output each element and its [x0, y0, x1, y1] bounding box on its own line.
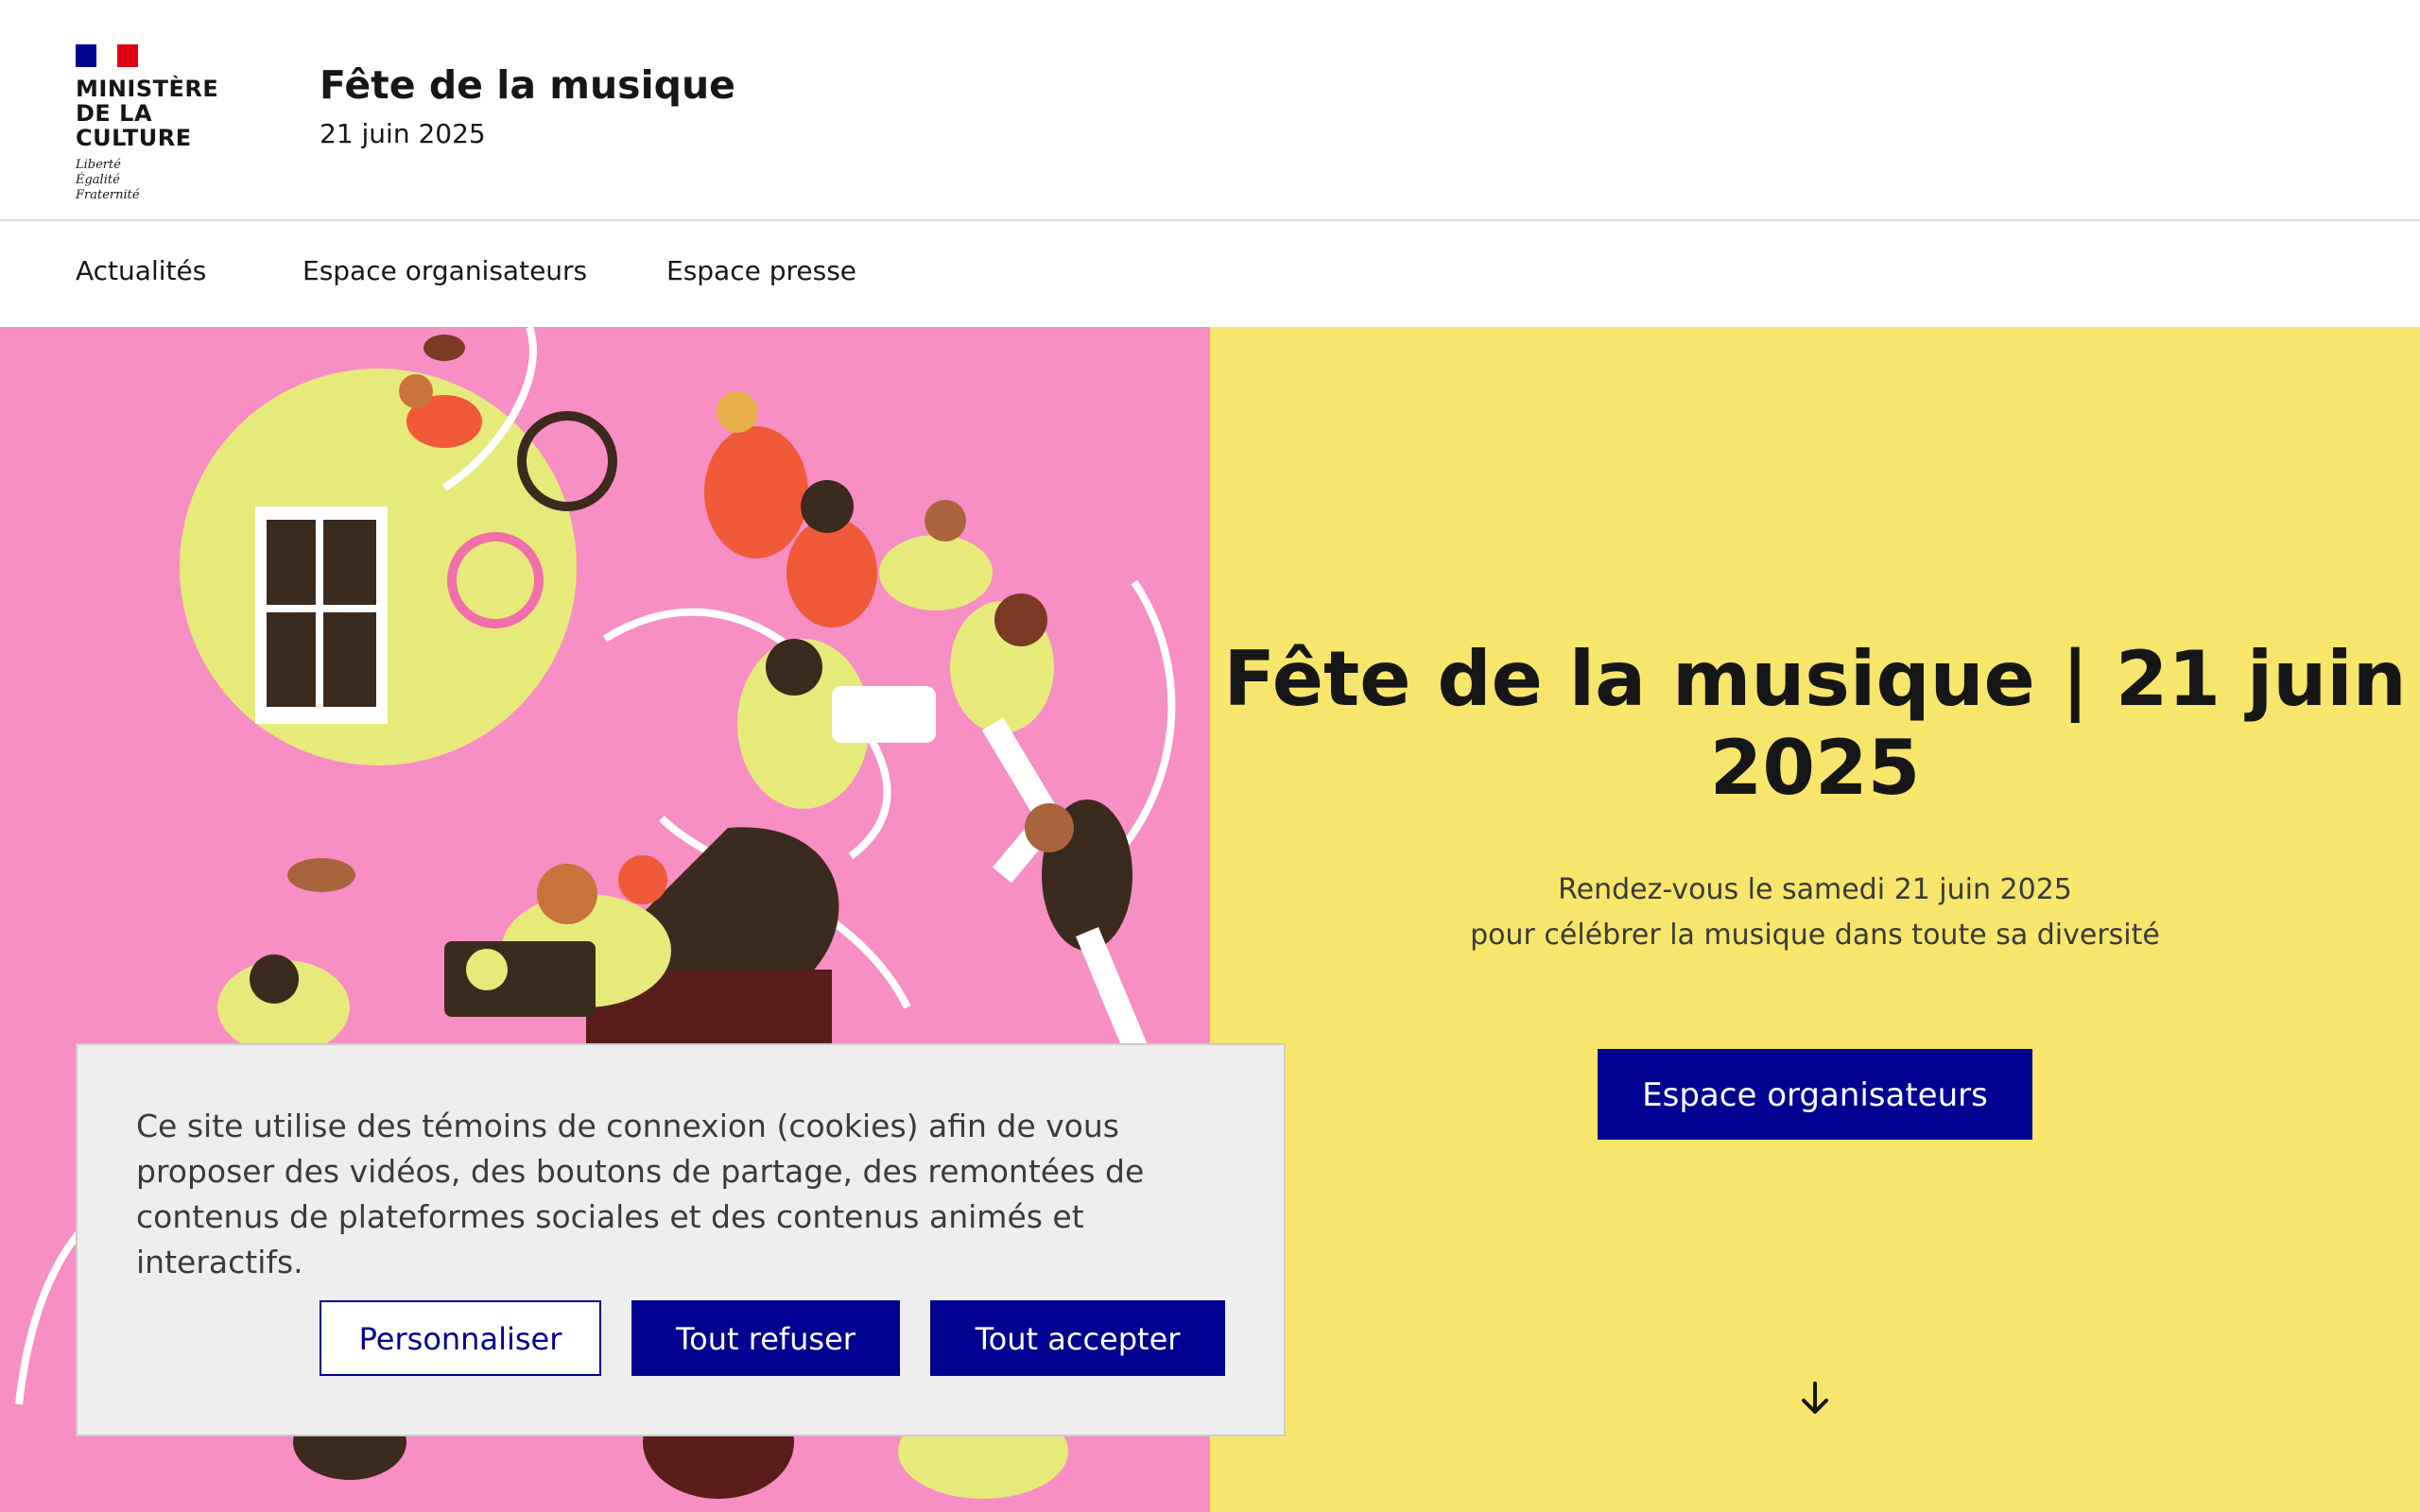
cookie-consent-banner: Ce site utilise des témoins de connexion…: [76, 1043, 1286, 1436]
nav-item-actualites[interactable]: Actualités: [76, 223, 206, 318]
marianne-flag-icon: [76, 44, 138, 67]
hero-content-panel: Fête de la musique | 21 juin 2025 Rendez…: [1210, 327, 2420, 1512]
hero-title: Fête de la musique | 21 juin 2025: [1210, 635, 2420, 813]
hero-title-main: Fête de la musique |: [1223, 635, 2089, 723]
hero-description: Rendez-vous le samedi 21 juin 2025 pour …: [1210, 868, 2420, 958]
logo-line-2: DE LA CULTURE: [76, 100, 192, 151]
site-title[interactable]: Fête de la musique: [320, 59, 735, 112]
logo-line-1: MINISTÈRE: [76, 76, 219, 102]
site-header: MINISTÈRE DE LA CULTURE Liberté Égalité …: [0, 0, 2420, 221]
hero-description-line-2: pour célébrer la musique dans toute sa d…: [1470, 919, 2160, 952]
hero-description-line-1: Rendez-vous le samedi 21 juin 2025: [1558, 873, 2072, 906]
cookie-consent-text: Ce site utilise des témoins de connexion…: [136, 1108, 1145, 1280]
accept-all-cookies-button[interactable]: Tout accepter: [930, 1300, 1225, 1376]
motto-line-2: Égalité: [76, 173, 120, 187]
main-navigation: Actualités Espace organisateurs Espace p…: [0, 223, 2420, 327]
motto-line-1: Liberté: [76, 158, 121, 172]
nav-item-espace-organisateurs[interactable]: Espace organisateurs: [302, 223, 587, 318]
site-tagline: 21 juin 2025: [320, 118, 486, 149]
nav-item-espace-presse[interactable]: Espace presse: [666, 223, 856, 318]
motto-line-3: Fraternité: [76, 188, 140, 202]
arrow-down-icon[interactable]: [1794, 1378, 1836, 1419]
customize-cookies-button[interactable]: Personnaliser: [320, 1300, 601, 1376]
logo-wordmark: MINISTÈRE DE LA CULTURE: [76, 77, 274, 150]
refuse-all-cookies-button[interactable]: Tout refuser: [631, 1300, 900, 1376]
republic-motto: Liberté Égalité Fraternité: [76, 158, 274, 203]
espace-organisateurs-button[interactable]: Espace organisateurs: [1598, 1049, 2032, 1140]
ministere-culture-logo[interactable]: MINISTÈRE DE LA CULTURE Liberté Égalité …: [76, 44, 274, 202]
